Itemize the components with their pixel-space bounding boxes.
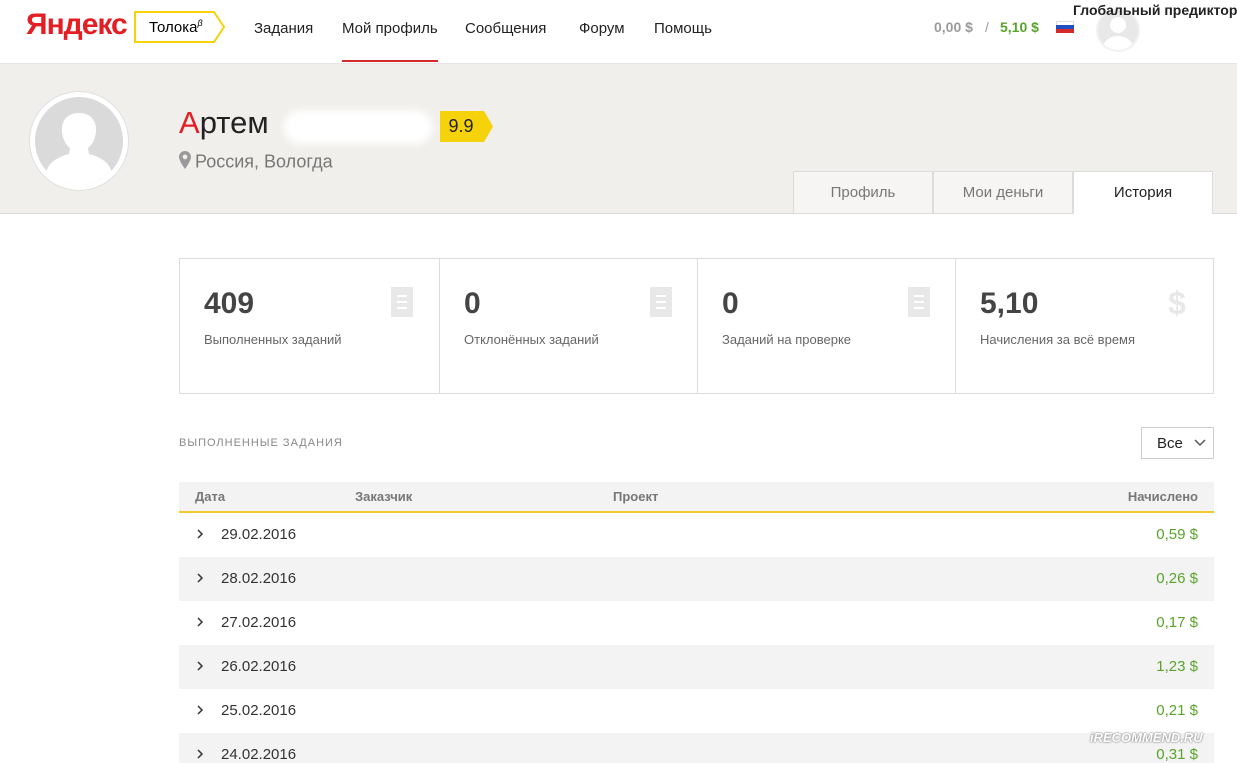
nav-forum[interactable]: Форум [579,20,625,37]
stat-value: 0 [722,287,739,320]
row-amount: 0,31 $ [1156,746,1198,763]
list-icon [908,287,930,317]
blurred-surname [284,110,432,144]
russia-flag-icon[interactable] [1056,21,1074,33]
top-bar: Яндекс Толокаβ Задания Мой профиль Сообщ… [0,0,1237,64]
table-row[interactable]: 27.02.2016 0,17 $ [179,601,1214,645]
filter-select[interactable]: Все [1141,427,1214,459]
list-icon [391,287,413,317]
row-date: 25.02.2016 [221,702,297,719]
name-rest: ртем [199,105,269,140]
chevron-right-icon[interactable] [196,528,204,540]
section-title: ВЫПОЛНЕННЫЕ ЗАДАНИЯ [179,437,343,449]
stat-rejected: 0 Отклонённых заданий [439,259,697,393]
chevron-right-icon[interactable] [196,660,204,672]
yandex-logo[interactable]: Яндекс [26,8,128,42]
profile-name: Артем [179,105,269,141]
chevron-right-icon[interactable] [196,704,204,716]
tab-profile[interactable]: Профиль [793,171,933,213]
table-row[interactable]: 24.02.2016 0,31 $ [179,733,1214,763]
balance-total[interactable]: 5,10 $ [1000,19,1039,35]
col-project[interactable]: Проект [613,489,658,504]
row-amount: 0,26 $ [1156,570,1198,587]
name-first-letter: А [179,105,200,140]
stat-label: Выполненных заданий [204,332,342,347]
list-icon [650,287,672,317]
rating-badge: 9.9 [440,111,494,142]
row-amount: 0,17 $ [1156,614,1198,631]
balance-current[interactable]: 0,00 $ [934,19,973,35]
table-header: Дата Заказчик Проект Начислено [179,482,1214,513]
svg-text:$: $ [1168,287,1186,319]
location-pin-icon [179,151,191,174]
location-text: Россия, Вологда [195,151,333,172]
toloka-label: Толока [149,19,198,36]
chevron-down-icon [1194,439,1206,447]
row-date: 24.02.2016 [221,746,297,763]
stat-completed: 409 Выполненных заданий [180,259,439,393]
toloka-beta: β [197,18,203,28]
stat-label: Отклонённых заданий [464,332,599,347]
rating-value: 9.9 [448,116,474,136]
stat-earnings: 5,10 Начисления за всё время $ [955,259,1213,393]
logo-text: Яндекс [26,8,128,41]
row-amount: 0,59 $ [1156,526,1198,543]
chevron-right-icon[interactable] [196,748,204,760]
row-date: 27.02.2016 [221,614,297,631]
nav-help[interactable]: Помощь [654,20,712,37]
watermark-logo: iRECOMMEND.RU [1090,730,1203,745]
dollar-icon: $ [1168,287,1186,319]
row-amount: 0,21 $ [1156,702,1198,719]
stat-label: Начисления за всё время [980,332,1136,347]
table-row[interactable]: 26.02.2016 1,23 $ [179,645,1214,689]
table-row[interactable]: 29.02.2016 0,59 $ [179,513,1214,557]
balance-separator: / [985,19,989,35]
profile-avatar[interactable] [30,92,128,190]
filter-value: Все [1157,435,1183,452]
row-amount: 1,23 $ [1156,658,1198,675]
profile-location: Россия, Вологда [179,151,333,174]
row-date: 26.02.2016 [221,658,297,675]
nav-my-profile[interactable]: Мой профиль [342,20,438,62]
table-row[interactable]: 28.02.2016 0,26 $ [179,557,1214,601]
table-row[interactable]: 25.02.2016 0,21 $ [179,689,1214,733]
chevron-right-icon[interactable] [196,616,204,628]
stat-pending: 0 Заданий на проверке [697,259,955,393]
col-earned[interactable]: Начислено [1128,489,1198,504]
row-date: 28.02.2016 [221,570,297,587]
stat-label: Заданий на проверке [722,332,852,347]
row-date: 29.02.2016 [221,526,297,543]
user-silhouette-icon [47,113,111,185]
stats-panel: 409 Выполненных заданий 0 Отклонённых за… [179,258,1214,394]
stat-value: 0 [464,287,481,320]
tab-history[interactable]: История [1073,171,1213,214]
stat-value: 5,10 [980,287,1039,320]
chevron-right-icon[interactable] [196,572,204,584]
nav-messages[interactable]: Сообщения [465,20,546,37]
col-date[interactable]: Дата [195,489,225,504]
stat-value: 409 [204,287,255,320]
predictor-label: Глобальный предиктор [1073,2,1237,18]
nav-tasks[interactable]: Задания [254,20,313,37]
col-requester[interactable]: Заказчик [355,489,412,504]
tab-my-money[interactable]: Мои деньги [933,171,1073,213]
